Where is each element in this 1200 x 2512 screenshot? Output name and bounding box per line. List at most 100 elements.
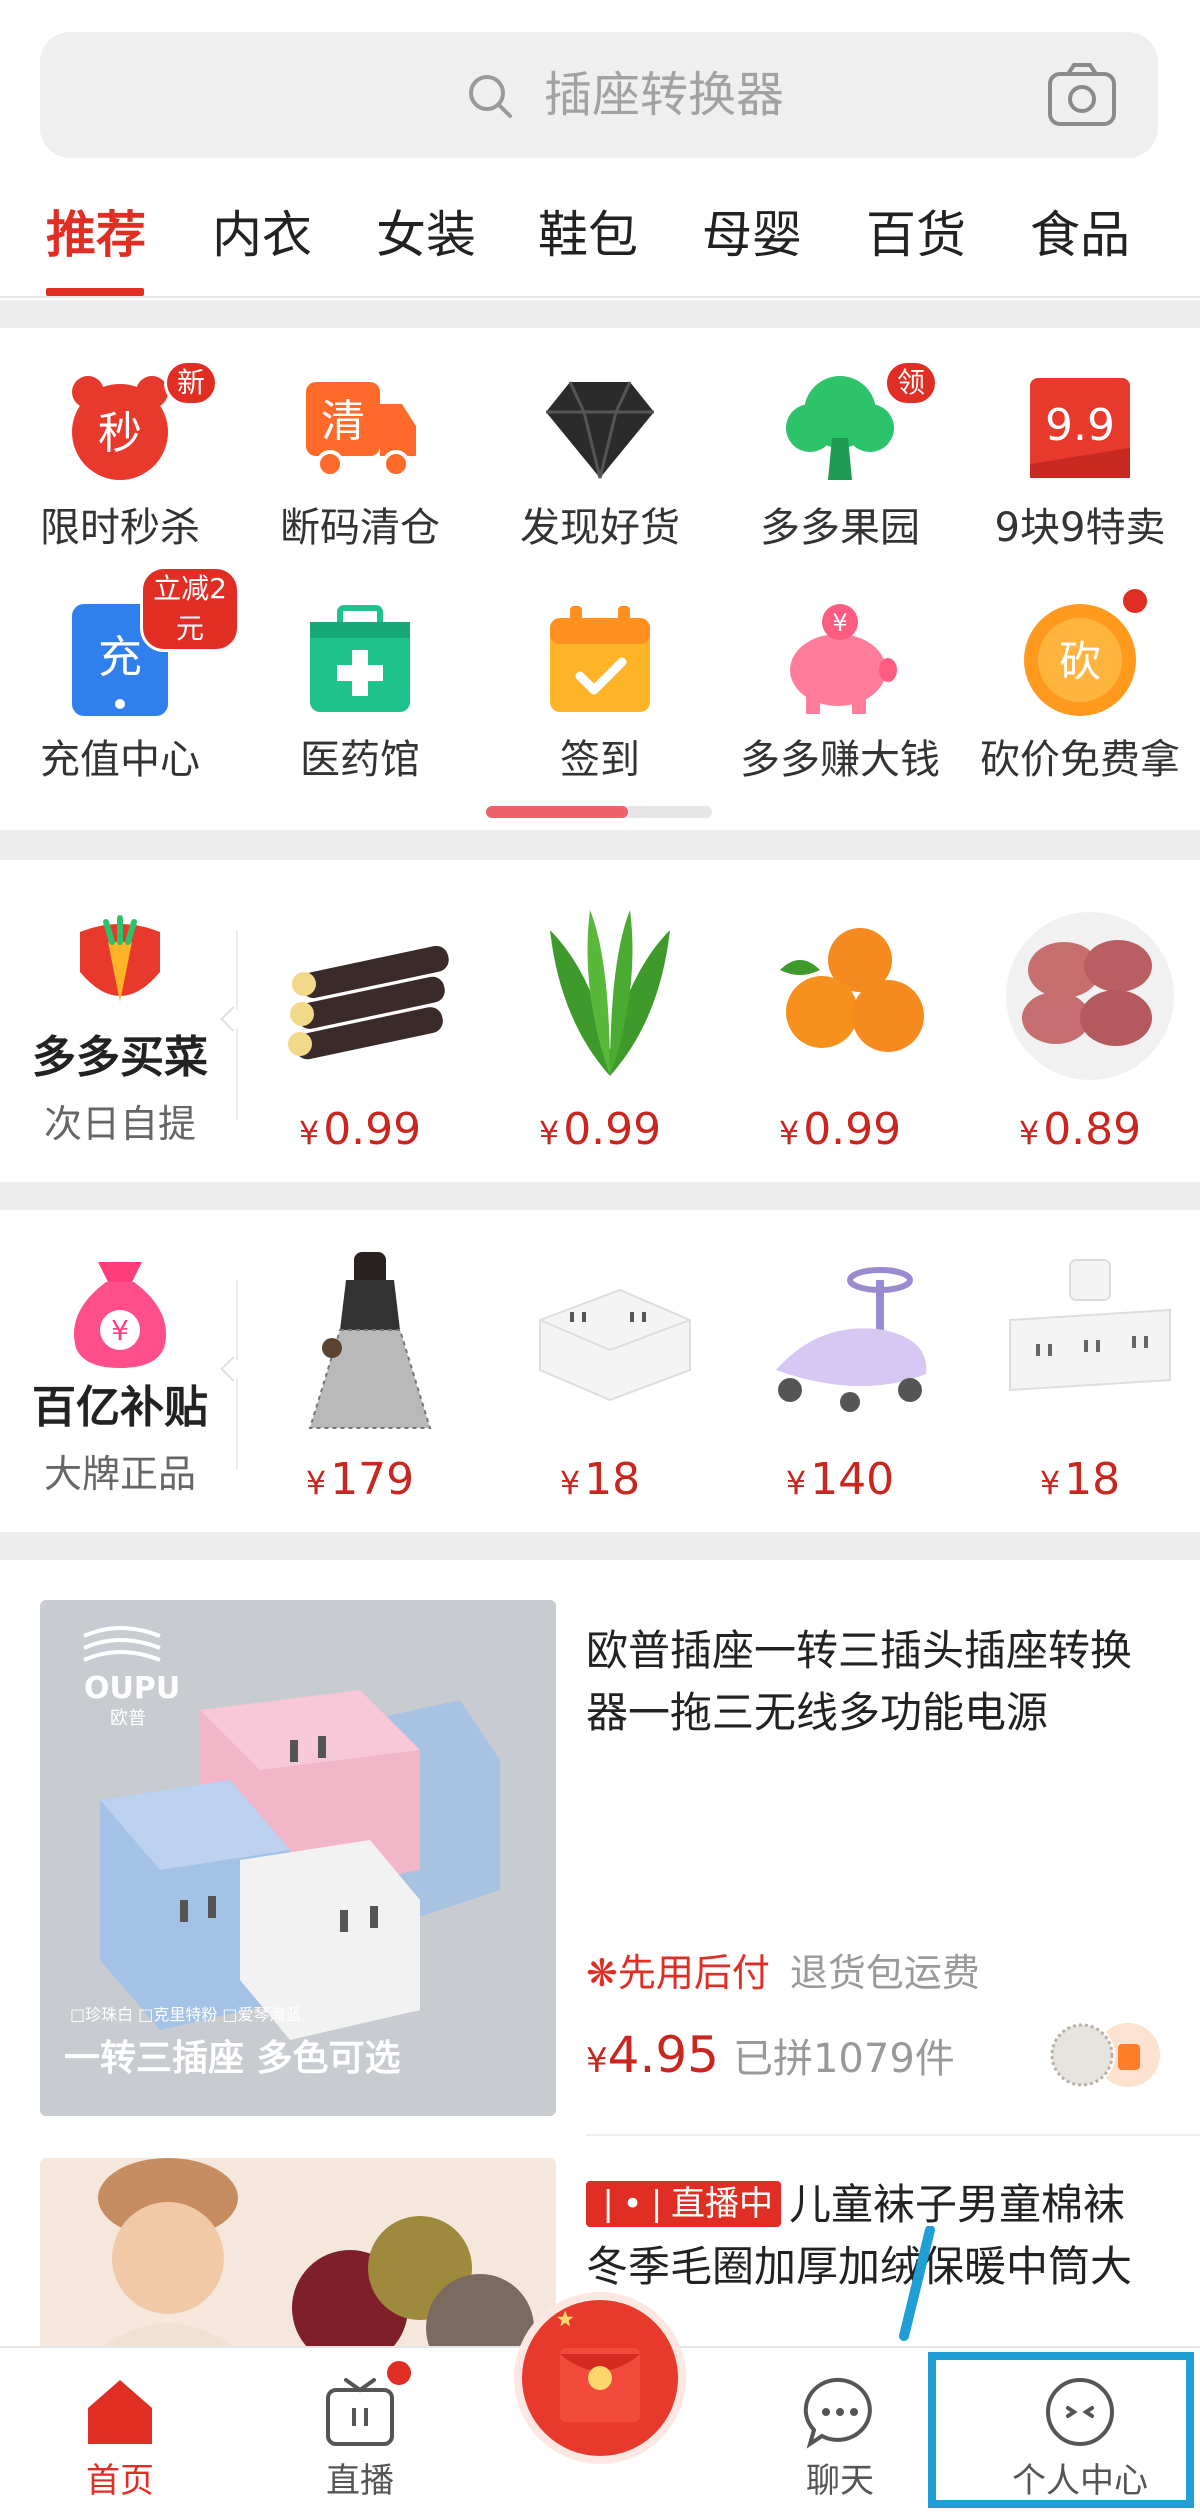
grid-item-clearance[interactable]: 清 断码清仓 <box>240 368 480 551</box>
grocery-item[interactable]: ¥0.99 <box>720 860 960 1182</box>
subsidy-header[interactable]: ¥ 百亿补贴 大牌正品 <box>0 1210 240 1532</box>
pay-later-tag: 先用后付 <box>617 1951 770 1995</box>
subsidy-item[interactable]: ¥179 <box>240 1210 480 1532</box>
nav-red-envelope[interactable] <box>480 2292 720 2512</box>
kids-socks-image <box>40 2158 556 2358</box>
annotation-stroke <box>899 2226 935 2341</box>
tab-recommend[interactable]: 推荐 <box>46 200 146 270</box>
kids-scooter-image <box>776 1267 927 1412</box>
price: ¥179 <box>305 1454 415 1505</box>
red-envelope-icon <box>514 2292 686 2464</box>
notification-dot <box>384 2358 414 2388</box>
grid-label: 砍价免费拿 <box>980 737 1180 783</box>
nav-live[interactable]: 直播 <box>240 2348 480 2512</box>
active-tab-indicator <box>46 288 144 296</box>
home-icon <box>88 2380 152 2444</box>
svg-text:欧普: 欧普 <box>110 1708 146 1729</box>
potatoes-image <box>1006 912 1174 1080</box>
grid-item-recharge[interactable]: 充 立减2元 充值中心 <box>0 566 240 783</box>
nav-home[interactable]: 首页 <box>0 2348 240 2512</box>
nav-chat[interactable]: 聊天 <box>720 2348 960 2512</box>
grid-item-bargain[interactable]: 砍 砍价免费拿 <box>960 586 1200 783</box>
product-title[interactable]: 欧普插座一转三插头插座转换器一拖三无线多功能电源 <box>586 1620 1166 1744</box>
lettuce-image <box>550 910 670 1076</box>
feature-grid: 秒 新 限时秒杀 清 断码清仓 发现好货 领 多多果园 9.9 9块9特卖 充 … <box>0 328 1200 830</box>
sugarcane-image <box>288 945 449 1060</box>
product-title[interactable]: ❘•❘直播中 儿童袜子男童棉袜冬季毛圈加厚加绒保暖中筒大 <box>586 2174 1166 2298</box>
grocery-header[interactable]: 多多买菜 次日自提 <box>0 860 240 1182</box>
product-price: ¥4.95 已拼1079件 <box>586 2026 955 2084</box>
bargain-coin-icon: 砍 <box>1024 604 1136 716</box>
price: ¥140 <box>785 1454 895 1505</box>
subsidy-item[interactable]: ¥140 <box>720 1210 960 1532</box>
carrot-logo-icon <box>80 915 160 1002</box>
price: ¥18 <box>559 1454 641 1505</box>
svg-text:一转三插座 多色可选: 一转三插座 多色可选 <box>64 2038 401 2079</box>
search-bar[interactable]: 插座转换器 <box>40 32 1158 158</box>
svg-text:秒: 秒 <box>98 408 142 459</box>
claim-badge: 领 <box>884 360 939 406</box>
grid-label: 限时秒杀 <box>40 505 200 551</box>
tab-general[interactable]: 百货 <box>866 200 966 270</box>
grid-label: 医药馆 <box>300 737 420 783</box>
grid-label: 签到 <box>560 737 640 783</box>
oranges-image <box>780 928 924 1052</box>
subsidy-item[interactable]: ¥18 <box>960 1210 1200 1532</box>
grid-item-orchard[interactable]: 领 多多果园 <box>720 360 960 551</box>
tab-womens[interactable]: 女装 <box>376 200 476 270</box>
medical-kit-icon <box>310 605 410 712</box>
subsidy-section[interactable]: ¥ 百亿补贴 大牌正品 ¥179 ¥18 ¥140 ¥18 <box>0 1210 1200 1532</box>
nav-label: 聊天 <box>806 2461 874 2501</box>
grocery-section[interactable]: 多多买菜 次日自提 ¥0.99 ¥0.99 ¥0.99 ¥0.89 <box>0 860 1200 1182</box>
subsidy-title: 百亿补贴 <box>32 1382 208 1433</box>
grocery-item[interactable]: ¥0.99 <box>480 860 720 1182</box>
search-icon <box>469 75 512 118</box>
grocery-item[interactable]: ¥0.99 <box>240 860 480 1182</box>
svg-text:¥: ¥ <box>111 1314 129 1347</box>
new-badge: 新 <box>164 360 219 406</box>
grid-label: 充值中心 <box>40 737 200 783</box>
header: 插座转换器 推荐 内衣 女装 鞋包 母婴 百货 食品 <box>0 0 1200 300</box>
tab-baby[interactable]: 母婴 <box>702 200 802 270</box>
live-badge: ❘•❘直播中 <box>586 2181 782 2227</box>
grid-label: 断码清仓 <box>280 505 440 551</box>
tab-underwear[interactable]: 内衣 <box>212 200 312 270</box>
diamond-icon <box>546 381 654 479</box>
tab-shoes-bags[interactable]: 鞋包 <box>538 200 638 270</box>
pay-later-icon: ❋ <box>586 1951 618 1995</box>
grid-label: 多多果园 <box>760 505 920 551</box>
tab-food[interactable]: 食品 <box>1030 200 1130 270</box>
annotation-highlight-box <box>928 2352 1194 2508</box>
subsidy-item[interactable]: ¥18 <box>480 1210 720 1532</box>
piggy-bank-icon: ¥ <box>790 604 897 714</box>
wall-socket-image <box>1009 1259 1171 1392</box>
app-screen: 插座转换器 推荐 内衣 女装 鞋包 母婴 百货 食品 秒 新 限时秒杀 清 断码… <box>0 0 1200 2512</box>
grocery-title: 多多买菜 <box>32 1032 208 1083</box>
free-return-tag: 退货包运费 <box>789 1951 980 1995</box>
live-indicator-icon: ❘•❘ <box>594 2184 672 2224</box>
calendar-check-icon <box>550 606 650 712</box>
notification-dot <box>1120 586 1150 616</box>
grid-item-discover[interactable]: 发现好货 <box>480 368 720 551</box>
search-placeholder: 插座转换器 <box>544 67 785 123</box>
grid-item-9-9-sale[interactable]: 9.9 9块9特卖 <box>960 368 1200 551</box>
camera-icon[interactable] <box>1046 60 1118 130</box>
grid-item-pharmacy[interactable]: 医药馆 <box>240 600 480 783</box>
svg-text:砍: 砍 <box>1059 637 1101 686</box>
svg-text:9.9: 9.9 <box>1045 400 1115 451</box>
subsidy-subtitle: 大牌正品 <box>43 1452 196 1496</box>
grid-item-earn-money[interactable]: ¥ 多多赚大钱 <box>720 600 960 783</box>
grid-item-checkin[interactable]: 签到 <box>480 600 720 783</box>
grid-scroll-indicator <box>486 806 712 818</box>
price: ¥0.89 <box>1018 1104 1142 1155</box>
product-image[interactable] <box>40 2158 556 2358</box>
product-divider <box>586 2134 1200 2136</box>
grocery-item[interactable]: ¥0.89 <box>960 860 1200 1182</box>
svg-text:清: 清 <box>321 396 365 447</box>
sold-count: 已拼1079件 <box>732 2036 955 2082</box>
money-bag-icon: ¥ <box>74 1262 166 1368</box>
grid-item-flash-sale[interactable]: 秒 新 限时秒杀 <box>0 360 240 551</box>
svg-text:□珍珠白 □克里特粉 □爱琴海蓝: □珍珠白 □克里特粉 □爱琴海蓝 <box>70 2005 302 2024</box>
product-image[interactable]: OUPU 欧普 □珍珠白 □克里特粉 □爱琴海蓝 一转三插座 多色可选 <box>40 1600 556 2116</box>
discount-badge: 立减2元 <box>140 566 240 652</box>
